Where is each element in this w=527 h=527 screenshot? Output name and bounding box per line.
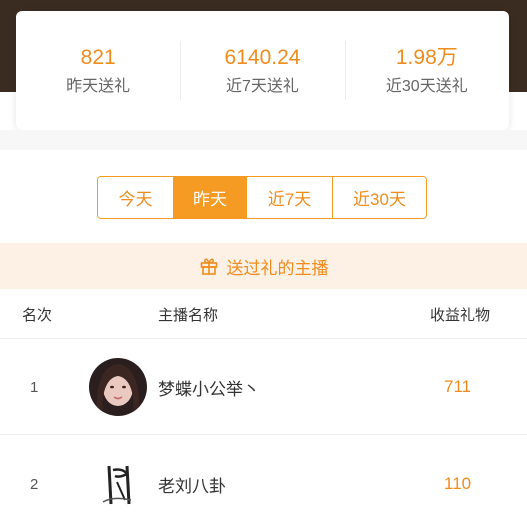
avatar (89, 358, 147, 416)
stats-card: 821 昨天送礼 6140.24 近7天送礼 1.98万 近30天送礼 (16, 11, 509, 130)
stat-30days: 1.98万 近30天送礼 (344, 11, 509, 130)
row-rank: 1 (30, 378, 39, 396)
stat-value: 821 (80, 45, 116, 69)
table-row[interactable]: 2 老刘八卦 110 (0, 436, 527, 527)
header-name: 主播名称 (158, 306, 219, 324)
avatar (89, 456, 147, 514)
row-name: 老刘八卦 (158, 476, 226, 496)
section-title: 送过礼的主播 (226, 258, 329, 278)
tab-7days[interactable]: 近7天 (246, 177, 332, 218)
stat-label: 昨天送礼 (66, 77, 131, 95)
stat-yesterday: 821 昨天送礼 (16, 11, 180, 130)
stat-label: 近7天送礼 (226, 77, 299, 95)
row-name: 梦蝶小公举丶 (158, 379, 260, 399)
header-gift: 收益礼物 (430, 306, 491, 324)
row-gift: 711 (444, 377, 472, 396)
header-rank: 名次 (22, 306, 53, 324)
tab-30days[interactable]: 近30天 (332, 177, 426, 218)
table-header: 名次 主播名称 收益礼物 (0, 289, 527, 339)
gift-icon (200, 258, 217, 275)
stat-7days: 6140.24 近7天送礼 (180, 11, 344, 130)
table-row[interactable]: 1 梦蝶小公举丶 711 (0, 339, 527, 435)
section-divider (0, 130, 527, 150)
stat-value: 6140.24 (224, 45, 301, 69)
section-header: 送过礼的主播 (0, 243, 527, 289)
row-rank: 2 (30, 475, 39, 493)
stat-label: 近30天送礼 (385, 77, 468, 95)
row-gift: 110 (444, 474, 472, 493)
tab-today[interactable]: 今天 (98, 177, 173, 218)
stat-value: 1.98万 (395, 45, 458, 69)
period-tabs: 今天 昨天 近7天 近30天 (97, 176, 427, 219)
tab-yesterday[interactable]: 昨天 (173, 177, 246, 218)
